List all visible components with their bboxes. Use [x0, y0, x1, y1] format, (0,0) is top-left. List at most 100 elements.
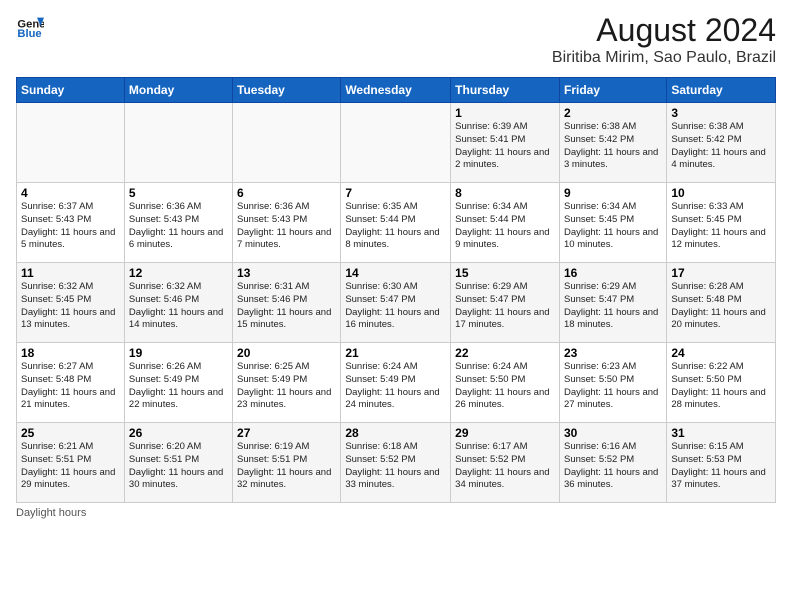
- day-info: Sunrise: 6:24 AM Sunset: 5:50 PM Dayligh…: [455, 361, 555, 412]
- calendar-cell: 21Sunrise: 6:24 AM Sunset: 5:49 PM Dayli…: [341, 343, 451, 423]
- calendar-day-header: Monday: [124, 78, 232, 103]
- calendar-cell: 7Sunrise: 6:35 AM Sunset: 5:44 PM Daylig…: [341, 183, 451, 263]
- calendar-cell: 12Sunrise: 6:32 AM Sunset: 5:46 PM Dayli…: [124, 263, 232, 343]
- day-number: 16: [564, 266, 662, 280]
- title-section: August 2024 Biritiba Mirim, Sao Paulo, B…: [552, 12, 776, 67]
- day-info: Sunrise: 6:26 AM Sunset: 5:49 PM Dayligh…: [129, 361, 228, 412]
- calendar-cell: 1Sunrise: 6:39 AM Sunset: 5:41 PM Daylig…: [451, 103, 560, 183]
- day-info: Sunrise: 6:34 AM Sunset: 5:44 PM Dayligh…: [455, 201, 555, 252]
- day-number: 2: [564, 106, 662, 120]
- day-info: Sunrise: 6:39 AM Sunset: 5:41 PM Dayligh…: [455, 121, 555, 172]
- calendar-cell: 15Sunrise: 6:29 AM Sunset: 5:47 PM Dayli…: [451, 263, 560, 343]
- calendar-cell: 6Sunrise: 6:36 AM Sunset: 5:43 PM Daylig…: [233, 183, 341, 263]
- day-info: Sunrise: 6:23 AM Sunset: 5:50 PM Dayligh…: [564, 361, 662, 412]
- day-number: 28: [345, 426, 446, 440]
- day-info: Sunrise: 6:28 AM Sunset: 5:48 PM Dayligh…: [671, 281, 771, 332]
- calendar-cell: 8Sunrise: 6:34 AM Sunset: 5:44 PM Daylig…: [451, 183, 560, 263]
- day-number: 23: [564, 346, 662, 360]
- day-info: Sunrise: 6:25 AM Sunset: 5:49 PM Dayligh…: [237, 361, 336, 412]
- day-info: Sunrise: 6:36 AM Sunset: 5:43 PM Dayligh…: [129, 201, 228, 252]
- calendar-day-header: Tuesday: [233, 78, 341, 103]
- day-number: 12: [129, 266, 228, 280]
- calendar-header-row: SundayMondayTuesdayWednesdayThursdayFrid…: [17, 78, 776, 103]
- calendar-cell: 3Sunrise: 6:38 AM Sunset: 5:42 PM Daylig…: [667, 103, 776, 183]
- day-number: 17: [671, 266, 771, 280]
- day-number: 21: [345, 346, 446, 360]
- calendar-day-header: Wednesday: [341, 78, 451, 103]
- day-info: Sunrise: 6:15 AM Sunset: 5:53 PM Dayligh…: [671, 441, 771, 492]
- day-number: 19: [129, 346, 228, 360]
- day-number: 18: [21, 346, 120, 360]
- footer-note: Daylight hours: [16, 507, 776, 519]
- day-number: 4: [21, 186, 120, 200]
- svg-text:Blue: Blue: [17, 28, 41, 40]
- day-info: Sunrise: 6:38 AM Sunset: 5:42 PM Dayligh…: [671, 121, 771, 172]
- day-number: 20: [237, 346, 336, 360]
- calendar-cell: 13Sunrise: 6:31 AM Sunset: 5:46 PM Dayli…: [233, 263, 341, 343]
- day-number: 5: [129, 186, 228, 200]
- calendar-cell: 5Sunrise: 6:36 AM Sunset: 5:43 PM Daylig…: [124, 183, 232, 263]
- calendar-cell: 9Sunrise: 6:34 AM Sunset: 5:45 PM Daylig…: [559, 183, 666, 263]
- calendar-cell: 14Sunrise: 6:30 AM Sunset: 5:47 PM Dayli…: [341, 263, 451, 343]
- calendar-week-row: 18Sunrise: 6:27 AM Sunset: 5:48 PM Dayli…: [17, 343, 776, 423]
- calendar-cell: 2Sunrise: 6:38 AM Sunset: 5:42 PM Daylig…: [559, 103, 666, 183]
- day-info: Sunrise: 6:19 AM Sunset: 5:51 PM Dayligh…: [237, 441, 336, 492]
- calendar-table: SundayMondayTuesdayWednesdayThursdayFrid…: [16, 77, 776, 503]
- day-number: 6: [237, 186, 336, 200]
- day-info: Sunrise: 6:37 AM Sunset: 5:43 PM Dayligh…: [21, 201, 120, 252]
- day-number: 10: [671, 186, 771, 200]
- day-info: Sunrise: 6:18 AM Sunset: 5:52 PM Dayligh…: [345, 441, 446, 492]
- calendar-day-header: Sunday: [17, 78, 125, 103]
- day-number: 1: [455, 106, 555, 120]
- calendar-day-header: Saturday: [667, 78, 776, 103]
- day-number: 30: [564, 426, 662, 440]
- logo: General Blue: [16, 12, 44, 40]
- header: General Blue August 2024 Biritiba Mirim,…: [16, 12, 776, 67]
- day-info: Sunrise: 6:29 AM Sunset: 5:47 PM Dayligh…: [455, 281, 555, 332]
- page: General Blue August 2024 Biritiba Mirim,…: [0, 0, 792, 612]
- calendar-cell: 18Sunrise: 6:27 AM Sunset: 5:48 PM Dayli…: [17, 343, 125, 423]
- calendar-cell: 28Sunrise: 6:18 AM Sunset: 5:52 PM Dayli…: [341, 423, 451, 503]
- day-info: Sunrise: 6:24 AM Sunset: 5:49 PM Dayligh…: [345, 361, 446, 412]
- logo-icon: General Blue: [16, 12, 44, 40]
- calendar-week-row: 11Sunrise: 6:32 AM Sunset: 5:45 PM Dayli…: [17, 263, 776, 343]
- calendar-cell: 20Sunrise: 6:25 AM Sunset: 5:49 PM Dayli…: [233, 343, 341, 423]
- day-number: 15: [455, 266, 555, 280]
- location-title: Biritiba Mirim, Sao Paulo, Brazil: [552, 49, 776, 67]
- month-year-title: August 2024: [552, 12, 776, 49]
- day-number: 14: [345, 266, 446, 280]
- calendar-cell: 16Sunrise: 6:29 AM Sunset: 5:47 PM Dayli…: [559, 263, 666, 343]
- day-info: Sunrise: 6:16 AM Sunset: 5:52 PM Dayligh…: [564, 441, 662, 492]
- day-number: 8: [455, 186, 555, 200]
- calendar-week-row: 1Sunrise: 6:39 AM Sunset: 5:41 PM Daylig…: [17, 103, 776, 183]
- calendar-cell: [341, 103, 451, 183]
- calendar-cell: 22Sunrise: 6:24 AM Sunset: 5:50 PM Dayli…: [451, 343, 560, 423]
- day-number: 22: [455, 346, 555, 360]
- calendar-cell: 24Sunrise: 6:22 AM Sunset: 5:50 PM Dayli…: [667, 343, 776, 423]
- day-info: Sunrise: 6:21 AM Sunset: 5:51 PM Dayligh…: [21, 441, 120, 492]
- day-number: 9: [564, 186, 662, 200]
- day-info: Sunrise: 6:32 AM Sunset: 5:45 PM Dayligh…: [21, 281, 120, 332]
- day-info: Sunrise: 6:30 AM Sunset: 5:47 PM Dayligh…: [345, 281, 446, 332]
- calendar-cell: [17, 103, 125, 183]
- day-number: 24: [671, 346, 771, 360]
- calendar-week-row: 25Sunrise: 6:21 AM Sunset: 5:51 PM Dayli…: [17, 423, 776, 503]
- day-info: Sunrise: 6:36 AM Sunset: 5:43 PM Dayligh…: [237, 201, 336, 252]
- day-info: Sunrise: 6:32 AM Sunset: 5:46 PM Dayligh…: [129, 281, 228, 332]
- day-info: Sunrise: 6:27 AM Sunset: 5:48 PM Dayligh…: [21, 361, 120, 412]
- day-info: Sunrise: 6:34 AM Sunset: 5:45 PM Dayligh…: [564, 201, 662, 252]
- day-number: 25: [21, 426, 120, 440]
- day-number: 26: [129, 426, 228, 440]
- calendar-cell: 30Sunrise: 6:16 AM Sunset: 5:52 PM Dayli…: [559, 423, 666, 503]
- calendar-cell: 10Sunrise: 6:33 AM Sunset: 5:45 PM Dayli…: [667, 183, 776, 263]
- calendar-cell: 26Sunrise: 6:20 AM Sunset: 5:51 PM Dayli…: [124, 423, 232, 503]
- day-info: Sunrise: 6:35 AM Sunset: 5:44 PM Dayligh…: [345, 201, 446, 252]
- day-number: 11: [21, 266, 120, 280]
- day-info: Sunrise: 6:31 AM Sunset: 5:46 PM Dayligh…: [237, 281, 336, 332]
- calendar-cell: 25Sunrise: 6:21 AM Sunset: 5:51 PM Dayli…: [17, 423, 125, 503]
- calendar-day-header: Thursday: [451, 78, 560, 103]
- day-number: 3: [671, 106, 771, 120]
- day-info: Sunrise: 6:33 AM Sunset: 5:45 PM Dayligh…: [671, 201, 771, 252]
- calendar-cell: 4Sunrise: 6:37 AM Sunset: 5:43 PM Daylig…: [17, 183, 125, 263]
- day-info: Sunrise: 6:22 AM Sunset: 5:50 PM Dayligh…: [671, 361, 771, 412]
